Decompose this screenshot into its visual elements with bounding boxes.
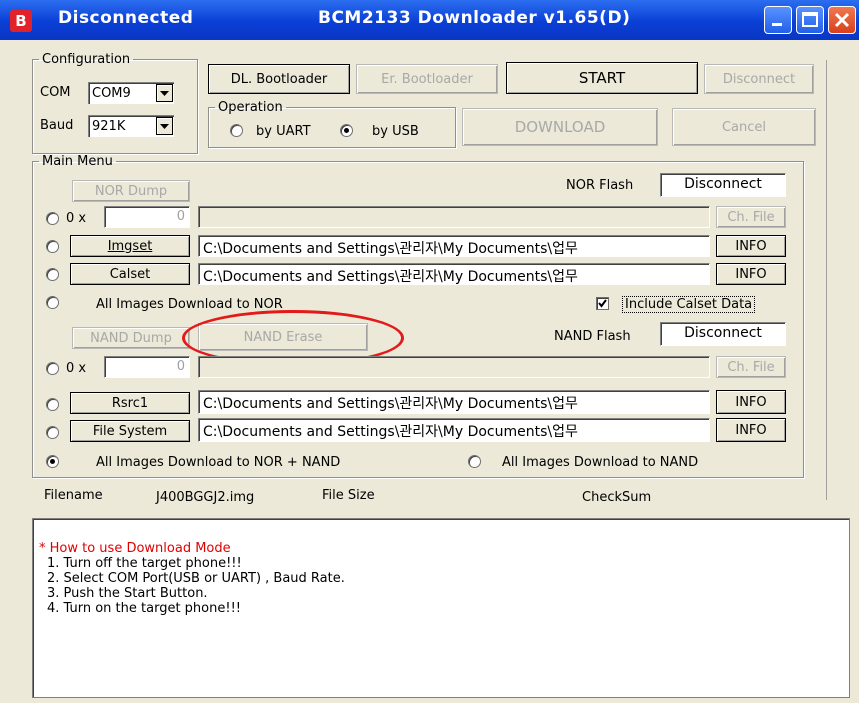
download-button[interactable]: DOWNLOAD (462, 108, 658, 146)
connection-status-title: Disconnected (58, 8, 194, 28)
nor-file-path-field[interactable] (198, 206, 710, 228)
app-icon: B (10, 10, 32, 32)
imgset-path-field[interactable]: C:\Documents and Settings\관리자\My Documen… (198, 235, 710, 257)
disconnect-button[interactable]: Disconnect (704, 64, 814, 94)
main-menu-legend: Main Menu (42, 154, 113, 169)
imgset-radio[interactable] (46, 240, 59, 253)
log-output[interactable]: * How to use Download Mode 1. Turn off t… (32, 518, 850, 698)
com-port-value: COM9 (92, 86, 131, 101)
file-system-button[interactable]: File System (70, 420, 190, 442)
baud-rate-select[interactable]: 921K (88, 115, 174, 137)
configuration-legend: Configuration (42, 52, 131, 67)
by-usb-radio[interactable] (340, 124, 353, 137)
filename-value: J400BGGJ2.img (156, 490, 255, 505)
calset-radio[interactable] (46, 268, 59, 281)
file-system-radio[interactable] (46, 426, 59, 439)
log-line: 2. Select COM Port(USB or UART) , Baud R… (47, 571, 345, 586)
by-uart-label: by UART (256, 124, 311, 139)
include-calset-label[interactable]: Include Calset Data (622, 296, 756, 313)
rsrc1-button[interactable]: Rsrc1 (70, 392, 190, 414)
window-title: BCM2133 Downloader v1.65(D) (318, 8, 631, 28)
all-nand-label: All Images Download to NAND (502, 455, 699, 470)
er-bootloader-button[interactable]: Er. Bootloader (356, 64, 498, 94)
log-heading: * How to use Download Mode (39, 541, 231, 556)
nand-ch-file-button[interactable]: Ch. File (716, 356, 786, 378)
checksum-label: CheckSum (582, 490, 652, 505)
title-bar[interactable]: B Disconnected BCM2133 Downloader v1.65(… (0, 0, 859, 40)
rsrc1-info-button[interactable]: INFO (716, 390, 786, 414)
operation-legend: Operation (218, 100, 283, 115)
calset-info-button[interactable]: INFO (716, 263, 786, 285)
maximize-button[interactable] (796, 6, 824, 34)
com-dropdown-button[interactable] (156, 84, 173, 102)
file-system-info-button[interactable]: INFO (716, 418, 786, 442)
nor-flash-label: NOR Flash (566, 178, 634, 193)
all-nor-radio[interactable] (46, 296, 59, 309)
calset-button[interactable]: Calset (70, 263, 190, 285)
cancel-button[interactable]: Cancel (672, 108, 816, 146)
nand-address-input[interactable]: 0 (104, 356, 190, 378)
file-system-path-field[interactable]: C:\Documents and Settings\관리자\My Documen… (198, 418, 710, 442)
nand-dump-button[interactable]: NAND Dump (72, 327, 190, 349)
by-uart-radio[interactable] (230, 124, 243, 137)
include-calset-checkbox[interactable] (596, 297, 609, 310)
maximize-icon (802, 12, 818, 27)
all-nor-nand-label: All Images Download to NOR + NAND (96, 455, 341, 470)
filename-label: Filename (44, 488, 103, 503)
nand-flash-status: Disconnect (660, 322, 786, 346)
nor-ch-file-button[interactable]: Ch. File (716, 206, 786, 228)
checkmark-icon (598, 299, 607, 308)
log-line: 3. Push the Start Button. (47, 586, 208, 601)
file-size-label: File Size (322, 488, 375, 503)
dl-bootloader-button[interactable]: DL. Bootloader (208, 64, 350, 94)
rsrc1-path-field[interactable]: C:\Documents and Settings\관리자\My Documen… (198, 390, 710, 414)
close-icon (834, 12, 850, 28)
com-port-select[interactable]: COM9 (88, 82, 174, 104)
nor-flash-status: Disconnect (660, 173, 786, 197)
close-button[interactable] (828, 6, 856, 34)
log-line: 1. Turn off the target phone!!! (47, 556, 242, 571)
nand-hex-prefix: 0 x (66, 361, 87, 376)
nor-hex-prefix: 0 x (66, 211, 87, 226)
log-line: 4. Turn on the target phone!!! (47, 601, 241, 616)
imgset-info-button[interactable]: INFO (716, 235, 786, 257)
baud-rate-value: 921K (92, 119, 126, 134)
minimize-icon (772, 23, 782, 26)
com-label: COM (40, 85, 71, 100)
right-panel-edge (826, 60, 859, 500)
minimize-button[interactable] (764, 6, 792, 34)
operation-group: Operation (208, 100, 456, 148)
nand-flash-label: NAND Flash (554, 329, 631, 344)
baud-label: Baud (40, 118, 74, 133)
all-nor-nand-radio[interactable] (46, 455, 59, 468)
all-nor-label: All Images Download to NOR (96, 297, 283, 312)
baud-dropdown-button[interactable] (156, 117, 173, 135)
nor-address-radio[interactable] (46, 212, 59, 225)
calset-path-field[interactable]: C:\Documents and Settings\관리자\My Documen… (198, 263, 710, 285)
nand-file-path-field[interactable] (198, 356, 710, 378)
start-button[interactable]: START (506, 62, 698, 94)
all-nand-radio[interactable] (468, 455, 481, 468)
nor-dump-button[interactable]: NOR Dump (72, 180, 190, 202)
chevron-down-icon (160, 91, 169, 96)
nand-address-radio[interactable] (46, 362, 59, 375)
by-usb-label: by USB (372, 124, 419, 139)
nor-address-input[interactable]: 0 (104, 206, 190, 228)
chevron-down-icon (160, 124, 169, 129)
imgset-button[interactable]: Imgset (70, 235, 190, 257)
rsrc1-radio[interactable] (46, 398, 59, 411)
